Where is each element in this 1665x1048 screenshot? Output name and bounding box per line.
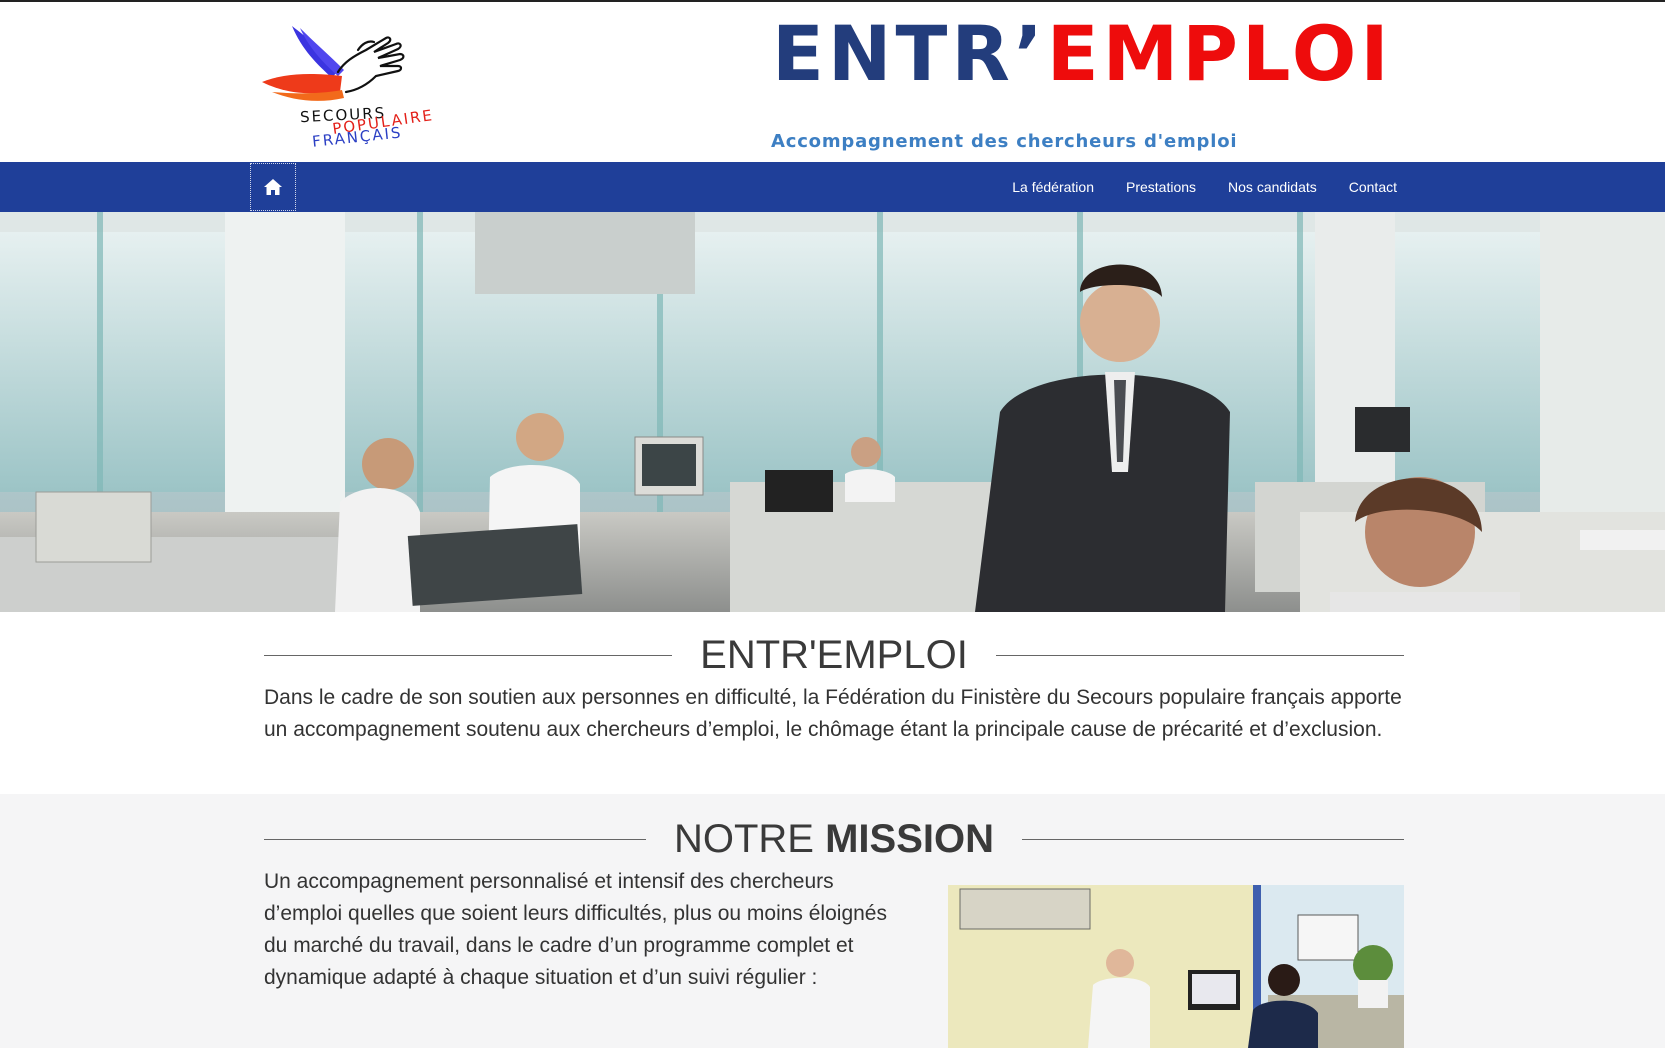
intro-section: ENTR'EMPLOI Dans le cadre de son soutien… bbox=[264, 632, 1404, 746]
hero-office-photo bbox=[0, 212, 1665, 612]
nav-item-contact[interactable]: Contact bbox=[1349, 179, 1397, 195]
mission-text: Un accompagnement personnalisé et intens… bbox=[264, 870, 887, 989]
site-header: SECOURS POPULAIRE FRANÇAIS ENTR’EMPLOI A… bbox=[0, 2, 1665, 162]
mission-title-bold: MISSION bbox=[825, 816, 995, 861]
main-navigation: La fédération Prestations Nos candidats … bbox=[0, 162, 1665, 212]
counselling-scene-illustration bbox=[948, 885, 1404, 1048]
intro-title: ENTR'EMPLOI bbox=[700, 632, 968, 677]
home-icon bbox=[264, 179, 282, 195]
nav-item-prestations[interactable]: Prestations bbox=[1126, 179, 1196, 195]
home-button[interactable] bbox=[250, 163, 296, 211]
secours-populaire-logo[interactable]: SECOURS POPULAIRE FRANÇAIS bbox=[262, 20, 437, 155]
logo-text-francais: FRANÇAIS bbox=[311, 123, 404, 151]
site-title[interactable]: ENTR’EMPLOI bbox=[772, 14, 1393, 94]
mission-title: NOTRE MISSION bbox=[646, 817, 1022, 862]
site-title-part2: EMPLOI bbox=[1046, 9, 1393, 98]
site-tagline: Accompagnement des chercheurs d'emploi bbox=[771, 131, 1238, 152]
heading-rule-right bbox=[995, 654, 1404, 656]
nav-item-candidats[interactable]: Nos candidats bbox=[1228, 179, 1317, 195]
nav-menu: La fédération Prestations Nos candidats … bbox=[980, 162, 1397, 212]
heading-rule-left bbox=[264, 838, 646, 840]
intro-text: Dans le cadre de son soutien aux personn… bbox=[264, 686, 1402, 741]
mission-title-light: NOTRE bbox=[673, 816, 826, 861]
nav-item-federation[interactable]: La fédération bbox=[1012, 179, 1094, 195]
heading-rule-left bbox=[264, 654, 673, 656]
site-title-part1: ENTR’ bbox=[772, 9, 1047, 98]
mission-heading: NOTRE MISSION bbox=[264, 816, 1404, 862]
intro-heading: ENTR'EMPLOI bbox=[264, 632, 1404, 678]
office-scene-illustration bbox=[0, 212, 1665, 612]
mission-photo bbox=[948, 885, 1404, 1048]
heading-rule-right bbox=[1022, 838, 1404, 840]
